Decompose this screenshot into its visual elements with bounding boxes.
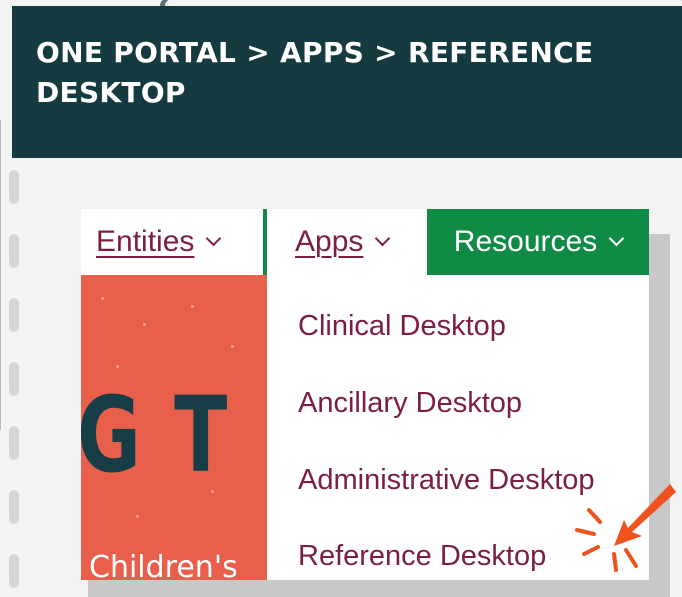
menu-item-reference-desktop[interactable]: Reference Desktop [298, 540, 546, 573]
chevron-down-icon [375, 230, 391, 246]
page-dashed-border [9, 170, 19, 597]
hero-speck [136, 515, 139, 518]
hero-speck [101, 297, 104, 300]
hero-banner: G T Children's [81, 275, 267, 580]
nav-item-entities-label: Entities [96, 225, 195, 258]
hero-headline: G T [81, 374, 231, 496]
hero-speck [191, 305, 194, 308]
page-edge-line [0, 120, 1, 430]
hero-speck [143, 323, 146, 326]
breadcrumb: ONE PORTAL > APPS > REFERENCE DESKTOP [36, 36, 594, 109]
nav-item-resources[interactable]: Resources [427, 209, 649, 275]
nav-divider [263, 209, 267, 275]
nav-item-entities[interactable]: Entities [96, 209, 222, 275]
hero-speck [116, 365, 119, 368]
hero-speck [231, 345, 234, 348]
menu-item-administrative-desktop[interactable]: Administrative Desktop [298, 464, 595, 497]
chevron-down-icon [206, 230, 222, 246]
breadcrumb-header: ONE PORTAL > APPS > REFERENCE DESKTOP [12, 6, 682, 158]
menu-item-ancillary-desktop[interactable]: Ancillary Desktop [298, 387, 522, 420]
click-indicator-icon [575, 484, 676, 572]
nav-item-apps[interactable]: Apps [295, 209, 391, 275]
hero-subline: Children's [89, 550, 238, 580]
nav-item-apps-label: Apps [295, 225, 364, 258]
chevron-down-icon [608, 230, 625, 246]
nav-item-resources-label: Resources [453, 225, 598, 258]
top-navigation: Entities Apps Resources [81, 209, 649, 275]
menu-item-clinical-desktop[interactable]: Clinical Desktop [298, 310, 506, 343]
